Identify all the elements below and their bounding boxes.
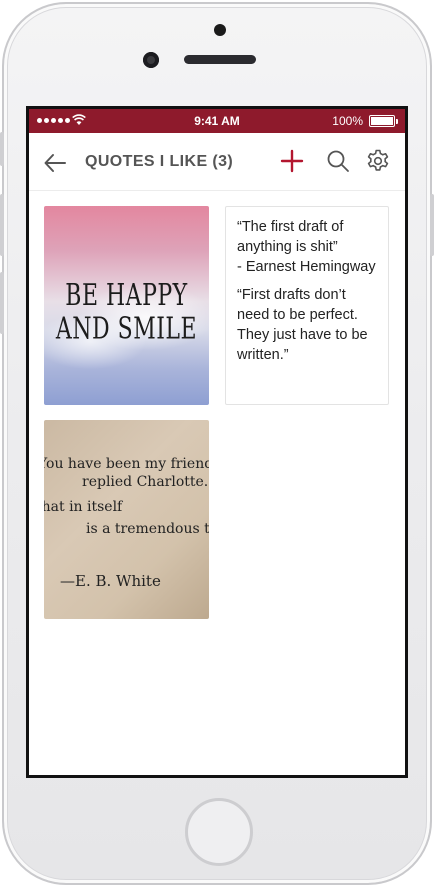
quote-text: “The first draft of anything is shit” - …	[237, 217, 378, 277]
battery-icon	[369, 115, 398, 127]
quote-image-card[interactable]: You have been my friend,” replied Charlo…	[44, 420, 209, 619]
back-arrow-icon[interactable]	[41, 149, 69, 177]
gear-icon[interactable]	[364, 147, 392, 175]
camera-lens	[143, 52, 159, 68]
battery-percentage: 100%	[332, 114, 363, 128]
book-text-line: that in itself	[44, 499, 123, 515]
quote-author: - Earnest Hemingway	[237, 259, 376, 275]
book-text-line: You have been my friend,”	[44, 456, 209, 472]
plus-icon[interactable]	[278, 147, 306, 175]
power-button	[430, 194, 434, 256]
status-bar: 9:41 AM 100%	[29, 109, 405, 133]
book-text-line: replied Charlotte.	[82, 474, 209, 490]
image-quote-text: BE HAPPY AND SMILE	[55, 279, 198, 347]
page-title: QUOTES I LIKE (3)	[85, 153, 234, 170]
quote-text-card[interactable]: “The first draft of anything is shit” - …	[225, 206, 389, 405]
quote-text: “First drafts don’t need to be perfect. …	[237, 287, 368, 363]
volume-down-button	[0, 272, 4, 334]
book-attribution: —E. B. White	[60, 572, 161, 590]
app-screen: 9:41 AM 100% QUOTES I LIKE (3) BE HAPPY …	[26, 106, 408, 778]
quote-image-card[interactable]: BE HAPPY AND SMILE	[44, 206, 209, 405]
search-icon[interactable]	[324, 147, 352, 175]
front-camera	[214, 24, 226, 36]
book-text-line: is a tremendous thing	[86, 521, 209, 537]
earpiece-speaker	[184, 55, 256, 64]
navigation-bar: QUOTES I LIKE (3)	[29, 133, 405, 191]
volume-up-button	[0, 194, 4, 256]
mute-switch	[0, 132, 4, 166]
home-button[interactable]	[185, 798, 253, 866]
book-page-photo: You have been my friend,” replied Charlo…	[44, 420, 209, 619]
quote-body: “The first draft of anything is shit”	[237, 219, 344, 255]
